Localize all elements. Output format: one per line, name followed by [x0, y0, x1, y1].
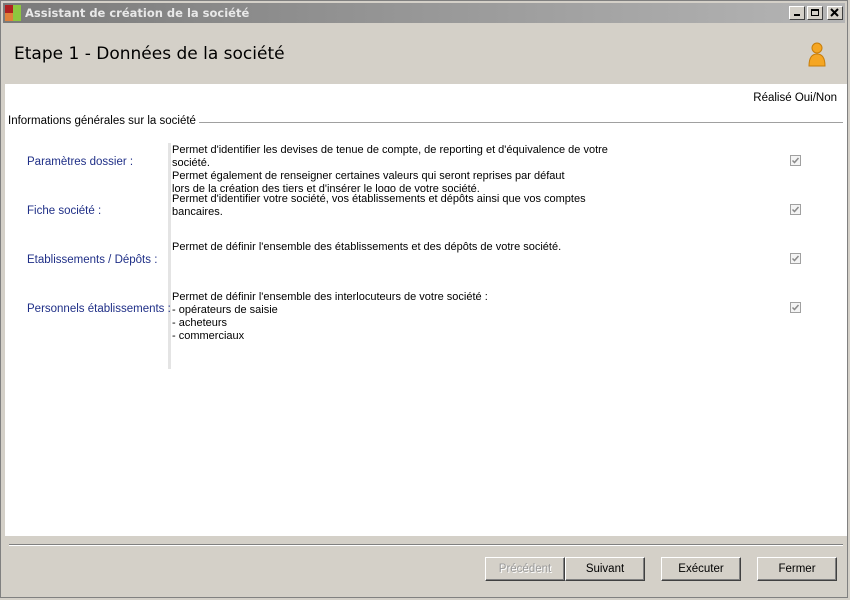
description-line: société.: [172, 157, 210, 169]
group-divider: [181, 122, 843, 123]
done-checkbox-parametres-dossier: [790, 155, 801, 166]
row-label-personnels-etablissements[interactable]: Personnels établissements :: [27, 303, 171, 315]
done-column-label: Réalisé Oui/Non: [753, 92, 837, 104]
check-icon: [791, 304, 800, 311]
close-icon: [830, 8, 839, 17]
wizard-content: Réalisé Oui/Non Informations générales s…: [5, 84, 847, 536]
row-description-personnels-etablissements: Permet de définir l'ensemble des interlo…: [172, 291, 622, 347]
close-button[interactable]: Fermer: [757, 557, 837, 581]
next-button[interactable]: Suivant: [565, 557, 645, 581]
description-line: Permet de définir l'ensemble des établis…: [172, 241, 562, 253]
execute-button[interactable]: Exécuter: [661, 557, 741, 581]
check-icon: [791, 157, 800, 164]
done-checkbox-personnels-etablissements: [790, 302, 801, 313]
close-window-button[interactable]: [827, 6, 843, 20]
window-title: Assistant de création de la société: [25, 6, 250, 20]
description-line: - acheteurs: [172, 317, 228, 329]
step-title: Etape 1 - Données de la société: [14, 44, 285, 64]
description-line: Permet également de renseigner certaines…: [172, 170, 565, 182]
description-line: Permet d'identifier les devises de tenue…: [172, 144, 608, 156]
maximize-icon: [811, 9, 819, 16]
minimize-button[interactable]: [789, 6, 805, 20]
row-label-parametres-dossier[interactable]: Paramètres dossier :: [27, 156, 133, 168]
row-description-parametres-dossier: Permet d'identifier les devises de tenue…: [172, 144, 622, 192]
app-icon: [5, 5, 21, 21]
row-label-etablissements-depots[interactable]: Etablissements / Dépôts :: [27, 254, 157, 266]
minimize-icon: [794, 14, 800, 16]
description-line: lors de la création des tiers et d'insér…: [172, 183, 480, 192]
row-description-etablissements-depots: Permet de définir l'ensemble des établis…: [172, 241, 622, 257]
row-label-fiche-societe[interactable]: Fiche société :: [27, 205, 101, 217]
window-controls: [789, 6, 843, 20]
row-description-fiche-societe: Permet d'identifier votre société, vos é…: [172, 193, 622, 223]
previous-button[interactable]: Précédent: [485, 557, 565, 581]
check-icon: [791, 206, 800, 213]
description-line: - commerciaux: [172, 330, 245, 342]
description-line: - opérateurs de saisie: [172, 304, 278, 316]
wizard-header: Etape 1 - Données de la société: [3, 24, 847, 84]
maximize-button[interactable]: [807, 6, 823, 20]
wizard-window: Assistant de création de la société Etap…: [0, 0, 848, 598]
user-icon: [808, 42, 826, 67]
done-checkbox-etablissements-depots: [790, 253, 801, 264]
title-bar[interactable]: Assistant de création de la société: [3, 3, 845, 23]
done-checkbox-fiche-societe: [790, 204, 801, 215]
group-label: Informations générales sur la société: [8, 115, 199, 127]
description-line: Permet de définir l'ensemble des interlo…: [172, 291, 488, 303]
description-line: Permet d'identifier votre société, vos é…: [172, 193, 586, 205]
check-icon: [791, 255, 800, 262]
footer-separator: [9, 544, 843, 546]
description-line: bancaires.: [172, 206, 223, 218]
column-divider: [168, 143, 171, 369]
